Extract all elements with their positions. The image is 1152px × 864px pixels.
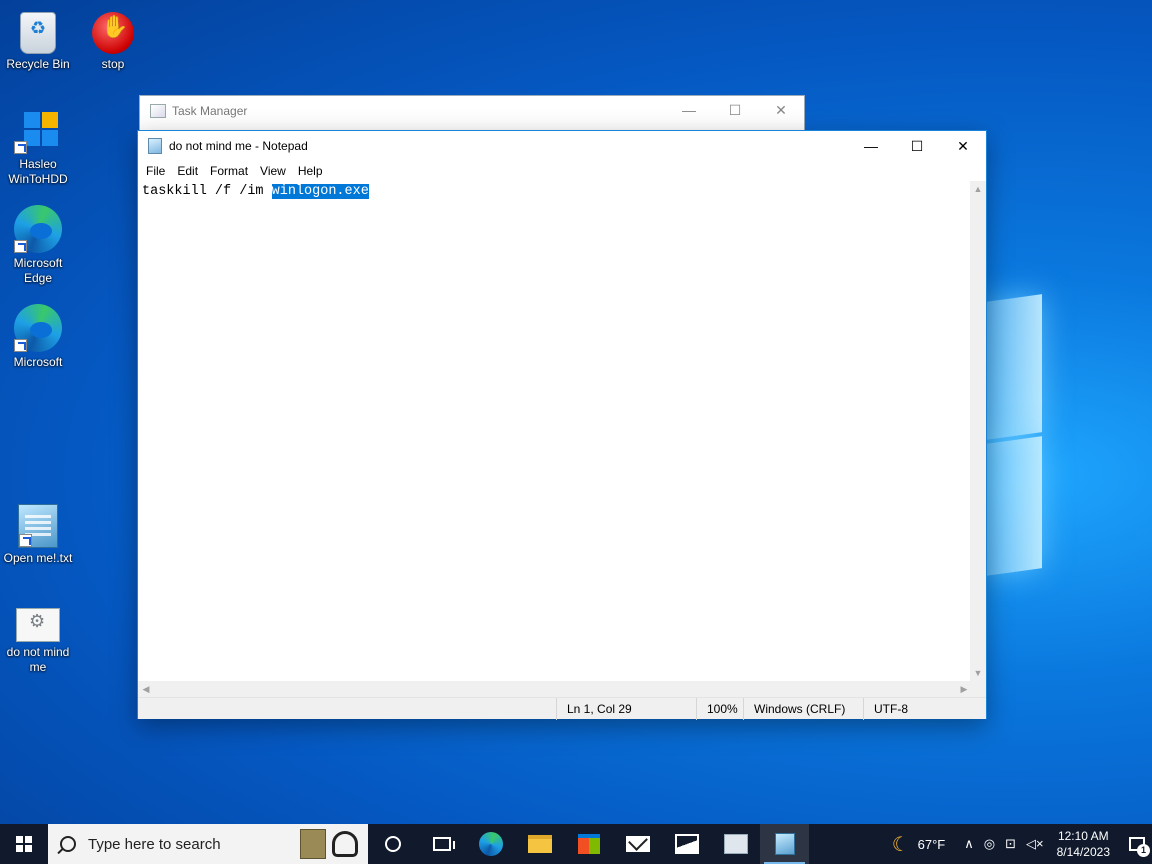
- system-tray: ☾ 67°F ∧ ◎ ⊡ ◁× 12:10 AM 8/14/2023 1: [892, 824, 1152, 864]
- vertical-scrollbar[interactable]: ▲ ▼: [970, 181, 986, 681]
- window-title: do not mind me - Notepad: [169, 139, 308, 153]
- notification-badge: 1: [1137, 844, 1150, 857]
- taskbar-file-explorer[interactable]: [515, 824, 564, 864]
- shortcut-arrow-icon: [14, 141, 27, 154]
- scroll-down-icon[interactable]: ▼: [970, 665, 986, 681]
- status-line-ending: Windows (CRLF): [743, 698, 863, 720]
- menu-bar: File Edit Format View Help: [138, 161, 986, 181]
- close-button[interactable]: ✕: [758, 96, 804, 124]
- search-placeholder: Type here to search: [88, 835, 221, 853]
- cortana-button[interactable]: [368, 824, 417, 864]
- status-position: Ln 1, Col 29: [556, 698, 696, 720]
- windows-icon: [16, 836, 32, 852]
- task-view-button[interactable]: [417, 824, 466, 864]
- moon-icon: ☾: [891, 833, 910, 856]
- taskbar-store[interactable]: [564, 824, 613, 864]
- desktop-icon-recycle-bin[interactable]: Recycle Bin: [0, 8, 76, 72]
- maximize-button[interactable]: ☐: [712, 96, 758, 124]
- weather-widget[interactable]: ☾ 67°F: [892, 832, 946, 857]
- task-view-icon: [432, 837, 455, 851]
- scroll-up-icon[interactable]: ▲: [970, 181, 986, 197]
- task-manager-icon: [150, 104, 166, 118]
- notepad-icon: [148, 138, 162, 154]
- hasleo-wintohdd-icon: [14, 106, 62, 154]
- menu-format[interactable]: Format: [204, 164, 254, 178]
- taskbar-edge[interactable]: [466, 824, 515, 864]
- desktop-icon-label: do not mind me: [6, 645, 70, 674]
- desktop-icon-microsoft[interactable]: Microsoft: [0, 304, 76, 370]
- stop-hand-icon: [92, 12, 134, 54]
- close-button[interactable]: ✕: [940, 131, 986, 161]
- cortana-icon: [384, 836, 401, 852]
- status-encoding: UTF-8: [863, 698, 986, 720]
- menu-help[interactable]: Help: [292, 164, 329, 178]
- text-editor[interactable]: taskkill /f /im winlogon.exe: [138, 181, 972, 681]
- notepad-file-icon: [18, 504, 58, 548]
- settings-file-icon: [16, 608, 60, 642]
- volume-muted-icon[interactable]: ◁×: [1026, 836, 1044, 852]
- desktop-icon-label: Microsoft: [13, 355, 63, 369]
- clock[interactable]: 12:10 AM 8/14/2023: [1057, 828, 1110, 860]
- desktop-icon-do-not-mind-me[interactable]: do not mind me: [0, 600, 76, 675]
- editor-text: taskkill /f /im: [142, 184, 272, 199]
- task-manager-icon: [723, 834, 748, 854]
- shortcut-arrow-icon: [14, 339, 27, 352]
- window-title: Task Manager: [172, 104, 248, 118]
- taskbar-mail[interactable]: [613, 824, 662, 864]
- task-manager-window[interactable]: Task Manager — ☐ ✕: [139, 95, 805, 135]
- taskbar: Type here to search ☾ 67°F ∧ ◎ ⊡ ◁× 12:1…: [0, 824, 1152, 864]
- start-button[interactable]: [0, 824, 48, 864]
- chevron-up-icon[interactable]: ∧: [964, 836, 974, 852]
- desktop-icon-label: Microsoft Edge: [13, 256, 63, 285]
- clock-date: 8/14/2023: [1056, 845, 1110, 859]
- search-icon: [60, 836, 76, 852]
- network-icon[interactable]: ⊡: [1005, 836, 1016, 852]
- desktop-icon-label: Recycle Bin: [6, 57, 70, 71]
- search-box[interactable]: Type here to search: [48, 824, 368, 864]
- menu-edit[interactable]: Edit: [171, 164, 204, 178]
- clock-time: 12:10 AM: [1057, 829, 1109, 843]
- shortcut-arrow-icon: [19, 534, 32, 547]
- taskbar-photos[interactable]: [662, 824, 711, 864]
- desktop-icon-stop[interactable]: stop: [75, 8, 151, 72]
- store-icon: [577, 834, 600, 854]
- edge-icon: [14, 205, 62, 253]
- shortcut-arrow-icon: [14, 240, 27, 253]
- mail-icon: [625, 836, 650, 852]
- selected-text: winlogon.exe: [271, 184, 369, 199]
- desktop-icon-label: stop: [101, 57, 125, 71]
- search-highlight-icon: [300, 827, 360, 861]
- desktop-icon-edge[interactable]: Microsoft Edge: [0, 205, 76, 286]
- notepad-window[interactable]: do not mind me - Notepad — ☐ ✕ File Edit…: [137, 130, 987, 720]
- status-bar: Ln 1, Col 29 100% Windows (CRLF) UTF-8: [138, 697, 986, 720]
- notification-button[interactable]: 1: [1122, 824, 1152, 864]
- edge-icon: [14, 304, 62, 352]
- taskbar-task-manager[interactable]: [711, 824, 760, 864]
- notepad-icon: [774, 833, 795, 855]
- menu-view[interactable]: View: [254, 164, 292, 178]
- maximize-button[interactable]: ☐: [894, 131, 940, 161]
- scroll-left-icon[interactable]: ◀: [138, 681, 154, 697]
- edge-icon: [478, 832, 503, 856]
- menu-file[interactable]: File: [140, 164, 171, 178]
- recycle-bin-icon: [20, 12, 56, 54]
- temperature: 67°F: [917, 836, 946, 852]
- file-explorer-icon: [527, 835, 552, 853]
- meet-now-icon[interactable]: ◎: [984, 836, 995, 852]
- desktop-icon-label: Hasleo WinToHDD: [8, 157, 68, 186]
- status-zoom: 100%: [696, 698, 743, 720]
- logo-pane-top: [986, 294, 1042, 440]
- taskbar-notepad[interactable]: [760, 824, 809, 864]
- desktop-icon-open-me[interactable]: Open me!.txt: [0, 504, 76, 566]
- minimize-button[interactable]: —: [666, 96, 712, 124]
- horizontal-scrollbar[interactable]: ◀ ▶: [138, 681, 972, 697]
- logo-pane-bottom: [986, 436, 1042, 576]
- scrollbar-corner: [970, 681, 986, 697]
- desktop-icon-hasleo[interactable]: Hasleo WinToHDD: [0, 106, 76, 187]
- minimize-button[interactable]: —: [848, 131, 894, 161]
- wallpaper-windows-logo: [986, 290, 1046, 580]
- photos-icon: [674, 834, 699, 854]
- desktop-icon-label: Open me!.txt: [3, 551, 73, 565]
